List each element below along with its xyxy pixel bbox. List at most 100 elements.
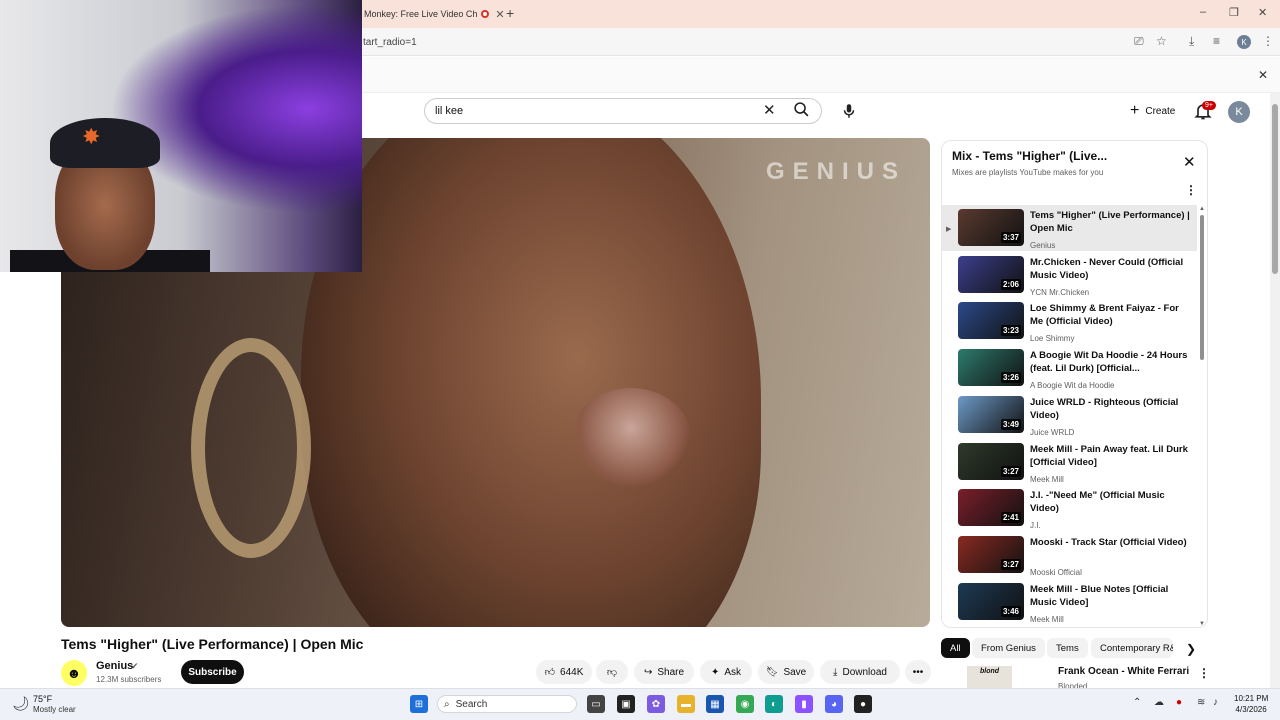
edge-icon[interactable]: ◐ <box>765 695 783 713</box>
playlist-item-title: Juice WRLD - Righteous (Official Video) <box>1030 396 1179 421</box>
clear-search-icon[interactable]: ✕ <box>763 101 776 119</box>
windows-start-icon[interactable]: ⊞ <box>410 695 428 713</box>
channel-name[interactable]: Genius <box>96 660 133 672</box>
like-button[interactable]: 👍︎ 644K <box>536 660 592 684</box>
playlist-item[interactable]: 3:46 Meek Mill - Blue Notes [Official Mus… <box>942 579 1197 625</box>
volume-icon[interactable]: ♪ <box>1213 697 1218 708</box>
search-icon[interactable] <box>793 101 810 122</box>
more-actions-button[interactable]: ••• <box>905 660 931 684</box>
chevron-right-icon[interactable]: ❯ <box>1186 642 1196 656</box>
filter-chip[interactable]: Contemporary R&B <box>1091 638 1173 658</box>
playlist-item-channel: YCN Mr.Chicken <box>1030 287 1090 297</box>
playlist-item[interactable]: ▶ 3:37 Tems "Higher" (Live Performance) | … <box>942 205 1197 251</box>
thumbs-up-icon: 👍︎ <box>544 667 556 678</box>
tab-close-icon[interactable]: ✕ <box>495 8 504 21</box>
info-bar-close-icon[interactable]: ✕ <box>1258 68 1268 82</box>
playlist-item-channel: Meek Mill <box>1030 614 1064 624</box>
subscribe-button[interactable]: Subscribe <box>181 660 244 684</box>
dislike-button[interactable]: 👎︎ <box>596 660 628 684</box>
weather-temperature[interactable]: 75°F <box>33 694 52 704</box>
recorder-icon[interactable]: ● <box>854 695 872 713</box>
tab-title: Monkey: Free Live Video Ch <box>364 9 478 19</box>
recommended-thumbnail[interactable]: blond <box>967 666 1012 690</box>
playlist-item-thumbnail[interactable]: 3:49 <box>958 395 1024 433</box>
playlist-item[interactable]: 2:41 J.I. -"Need Me" (Official Music Vide… <box>942 485 1197 531</box>
playlist-item-thumbnail[interactable]: 2:41 <box>958 489 1024 527</box>
playlist-item[interactable]: 3:26 A Boogie Wit Da Hoodie - 24 Hours (f… <box>942 345 1197 391</box>
taskbar-clock[interactable]: 10:21 PM 4/3/2026 <box>1234 693 1268 715</box>
chrome-icon[interactable]: ◉ <box>736 695 754 713</box>
weather-description[interactable]: Mostly clear <box>33 705 76 714</box>
onedrive-icon[interactable]: ☁ <box>1154 697 1164 708</box>
store-icon[interactable]: ▦ <box>706 695 724 713</box>
like-count: 644K <box>560 666 584 678</box>
copilot-icon[interactable]: ✿ <box>647 695 665 713</box>
cast-icon[interactable]: ⎚ <box>1134 34 1144 49</box>
microphone-icon[interactable] <box>840 101 858 121</box>
playlist-item-thumbnail[interactable]: 3:27 <box>958 535 1024 573</box>
file-explorer-icon[interactable]: ▬ <box>677 695 695 713</box>
download-button[interactable]: ⤓ Download <box>820 660 900 684</box>
app-icon[interactable]: ▣ <box>617 695 635 713</box>
discord-icon[interactable]: ◕ <box>825 695 843 713</box>
maximize-button[interactable]: ❐ <box>1229 6 1239 19</box>
playlist-item-thumbnail[interactable]: 3:23 <box>958 302 1024 340</box>
playlist-item[interactable]: 3:23 Loe Shimmy & Brent Faiyaz - For Me (… <box>942 298 1197 344</box>
minimize-button[interactable]: – <box>1200 6 1206 18</box>
ask-button[interactable]: ✦ Ask <box>700 660 752 684</box>
playlist-item-title: Mooski - Track Star (Official Video) <box>1030 536 1187 548</box>
wifi-icon[interactable]: ≋ <box>1197 697 1205 708</box>
video-frame-detail <box>571 388 691 488</box>
playlist-more-icon[interactable]: ⋮ <box>1185 183 1197 197</box>
recommended-title[interactable]: Frank Ocean - White Ferrari <box>1058 666 1189 677</box>
share-button[interactable]: ↪ Share <box>634 660 694 684</box>
tray-expand-icon[interactable]: ⌃ <box>1133 697 1141 708</box>
close-window-button[interactable]: ✕ <box>1258 6 1267 19</box>
media-control-icon[interactable]: ≡ <box>1213 34 1220 48</box>
playlist-scroll-thumb[interactable] <box>1200 215 1204 360</box>
playlist-item-thumbnail[interactable]: 3:46 <box>958 582 1024 620</box>
share-label: Share <box>657 666 685 678</box>
playlist-item[interactable]: 3:27 Mooski - Track Star (Official Video)… <box>942 532 1197 578</box>
profile-avatar[interactable]: K <box>1237 35 1251 49</box>
playlist-item[interactable]: 2:06 Mr.Chicken - Never Could (Official M… <box>942 252 1197 298</box>
task-view-icon[interactable]: ▭ <box>587 695 605 713</box>
clock-time: 10:21 PM <box>1234 694 1269 703</box>
browser-tab[interactable]: Monkey: Free Live Video Ch ✕ <box>356 3 506 25</box>
downloads-icon[interactable]: ⤓ <box>1189 34 1194 49</box>
filter-chip[interactable]: All <box>941 638 970 658</box>
playlist-item[interactable]: 3:27 Meek Mill - Pain Away feat. Lil Durk… <box>942 439 1197 485</box>
new-tab-button[interactable]: + <box>506 5 514 21</box>
filter-chip[interactable]: Tems <box>1047 638 1088 658</box>
save-button[interactable]: 🔖︎ Save <box>758 660 814 684</box>
video-frame-subject <box>301 138 761 627</box>
url-text[interactable]: tart_radio=1 <box>363 37 417 48</box>
mic-tray-icon[interactable]: ● <box>1176 697 1182 708</box>
playlist-item-thumbnail[interactable]: 3:37 <box>958 209 1024 246</box>
user-avatar[interactable]: K <box>1228 101 1250 123</box>
weather-moon-icon[interactable]: 🌙︎ <box>12 695 30 712</box>
create-button[interactable]: + Create <box>1120 99 1185 123</box>
bookmark-icon: 🔖︎ <box>765 666 779 678</box>
webcam-overlay: ✸ <box>0 0 362 272</box>
playlist-item-duration: 2:06 <box>1000 278 1021 290</box>
channel-avatar[interactable]: ☻ <box>61 660 87 686</box>
playlist-item-thumbnail[interactable]: 3:27 <box>958 442 1024 480</box>
playlist-item-thumbnail[interactable]: 3:26 <box>958 349 1024 387</box>
download-label: Download <box>842 666 887 678</box>
playlist-item-channel: Juice WRLD <box>1030 427 1075 437</box>
playlist-item-duration: 3:27 <box>1000 558 1021 570</box>
filter-chip[interactable]: From Genius <box>972 638 1045 658</box>
playlist-close-icon[interactable]: ✕ <box>1183 153 1196 171</box>
recommended-more-icon[interactable]: ⋮ <box>1198 666 1210 680</box>
browser-menu-icon[interactable]: ⋮ <box>1262 34 1274 48</box>
bookmark-star-icon[interactable]: ☆ <box>1156 34 1167 48</box>
playlist-item[interactable]: 3:49 Juice WRLD - Righteous (Official Vid… <box>942 392 1197 438</box>
video-watermark: GENIUS <box>766 158 907 185</box>
subscriber-count: 12.3M subscribers <box>96 675 162 684</box>
page-scroll-thumb[interactable] <box>1272 104 1278 274</box>
save-label: Save <box>783 666 807 678</box>
twitch-icon[interactable]: ▮ <box>795 695 813 713</box>
playlist-item-thumbnail[interactable]: 2:06 <box>958 255 1024 293</box>
taskbar-search[interactable]: ⌕ Search <box>437 695 577 713</box>
